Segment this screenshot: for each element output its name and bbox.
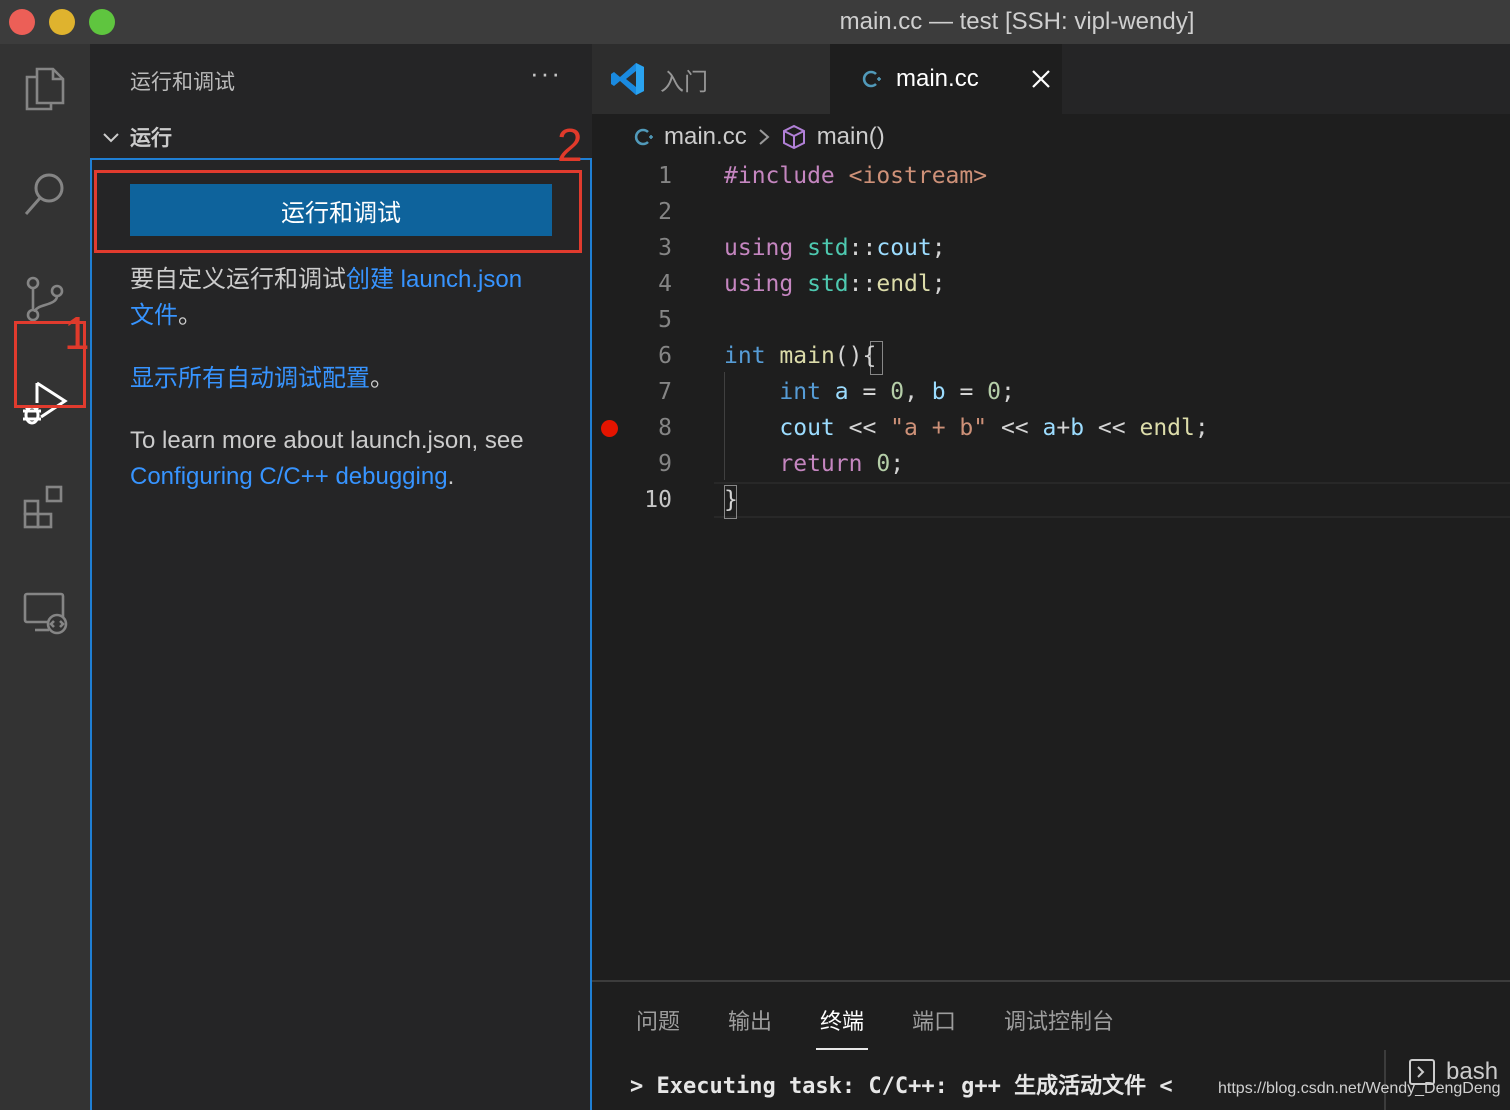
code-text: using std::cout; (724, 235, 946, 261)
activity-extensions[interactable] (0, 464, 90, 554)
customize-hint-text: 要自定义运行和调试 (130, 266, 346, 293)
line-number: 10 (644, 487, 672, 513)
activity-search[interactable] (0, 151, 90, 241)
more-actions-button[interactable]: ··· (530, 58, 562, 89)
customize-hint: 要自定义运行和调试创建 launch.json 文件。 (130, 262, 550, 334)
explorer-icon (19, 63, 71, 120)
auto-config-hint: 显示所有自动调试配置。 (130, 361, 550, 397)
code-text: #include <iostream> (724, 163, 988, 189)
line-number: 7 (658, 379, 672, 405)
run-section-header[interactable]: 运行 (100, 122, 172, 152)
panel-tab-output[interactable]: 输出 (728, 1004, 772, 1036)
search-icon (19, 168, 71, 225)
code-line: 7 int a = 0, b = 0; (592, 374, 1510, 410)
code-line: 2 (592, 194, 1510, 230)
active-tab-underline (816, 1048, 868, 1050)
terminal-output-line: > Executing task: C/C++: g++ 生成活动文件 < (630, 1074, 1173, 1099)
activity-explorer[interactable] (0, 46, 90, 136)
breadcrumb-file[interactable]: main.cc (664, 123, 747, 151)
line-number: 1 (658, 163, 672, 189)
line-number: 8 (658, 415, 672, 441)
line-number: 6 (658, 343, 672, 369)
breadcrumb: main.cc main() (632, 118, 885, 156)
chevron-right-icon (755, 126, 773, 148)
learn-more-text: To learn more about launch.json, see (130, 427, 524, 454)
code-line: 10 } (592, 482, 1510, 518)
cube-symbol-icon (781, 124, 807, 150)
code-line: 3 using std::cout; (592, 230, 1510, 266)
learn-more-suffix: . (447, 463, 455, 490)
code-line: 9 return 0; (592, 446, 1510, 482)
tab-main-label: main.cc (896, 65, 979, 92)
line-number: 9 (658, 451, 672, 477)
code-line: 4 using std::endl; (592, 266, 1510, 302)
close-icon[interactable] (1030, 68, 1052, 90)
code-text: } (724, 487, 738, 513)
run-and-debug-button[interactable]: 运行和调试 (130, 184, 552, 236)
vscode-logo-icon (610, 61, 646, 97)
title-bar: main.cc — test [SSH: vipl-wendy] (0, 0, 1510, 44)
code-line: 8 cout << "a + b" << a+b << endl; (592, 410, 1510, 446)
panel-tab-terminal[interactable]: 终端 (820, 1004, 864, 1036)
panel-tab-ports[interactable]: 端口 (912, 1004, 956, 1036)
line-number: 5 (658, 307, 672, 333)
line-number: 4 (658, 271, 672, 297)
watermark: https://blog.csdn.net/Wendy_DengDeng (1218, 1080, 1501, 1097)
code-line: 1 #include <iostream> (592, 158, 1510, 194)
panel-tab-debug-console[interactable]: 调试控制台 (1004, 1004, 1114, 1036)
chevron-down-icon (103, 133, 119, 143)
annotation-step-1: 1 (64, 307, 90, 359)
code-text: using std::endl; (724, 271, 946, 297)
code-text: return 0; (779, 451, 905, 477)
tab-welcome-label: 入门 (660, 68, 708, 96)
code-line: 5 (592, 302, 1510, 338)
show-auto-debug-configs-link[interactable]: 显示所有自动调试配置 (130, 365, 370, 392)
tab-main-cc[interactable]: main.cc (830, 44, 1062, 114)
activity-bar (0, 44, 90, 1110)
annotation-step-2: 2 (557, 119, 583, 171)
editor-tab-bar: 入门 main.cc (592, 44, 1510, 114)
code-text: int main(){ (724, 343, 877, 369)
line-number: 2 (658, 199, 672, 225)
activity-remote-explorer[interactable] (0, 569, 90, 659)
configuring-cpp-debugging-link[interactable]: Configuring C/C++ debugging (130, 463, 448, 490)
auto-config-hint-suffix: 。 (370, 365, 394, 392)
tab-welcome[interactable]: 入门 (592, 44, 830, 114)
cpp-file-icon (860, 68, 882, 90)
code-text: cout << "a + b" << a+b << endl; (779, 415, 1209, 441)
remote-explorer-icon (19, 586, 71, 643)
run-section-label: 运行 (130, 127, 172, 150)
learn-more-hint: To learn more about launch.json, see Con… (130, 423, 550, 495)
breadcrumb-symbol[interactable]: main() (817, 123, 885, 151)
code-editor[interactable]: 1 #include <iostream> 2 3 using std::cou… (592, 156, 1510, 980)
cpp-file-icon (632, 126, 654, 148)
panel-tab-problems[interactable]: 问题 (636, 1004, 680, 1036)
customize-hint-suffix: 。 (178, 302, 202, 329)
code-text: int a = 0, b = 0; (779, 379, 1015, 405)
line-number: 3 (658, 235, 672, 261)
sidebar-title: 运行和调试 (130, 71, 235, 94)
code-line: 6 int main(){ (592, 338, 1510, 374)
window-title: main.cc — test [SSH: vipl-wendy] (839, 8, 1195, 35)
extensions-icon (19, 481, 71, 538)
